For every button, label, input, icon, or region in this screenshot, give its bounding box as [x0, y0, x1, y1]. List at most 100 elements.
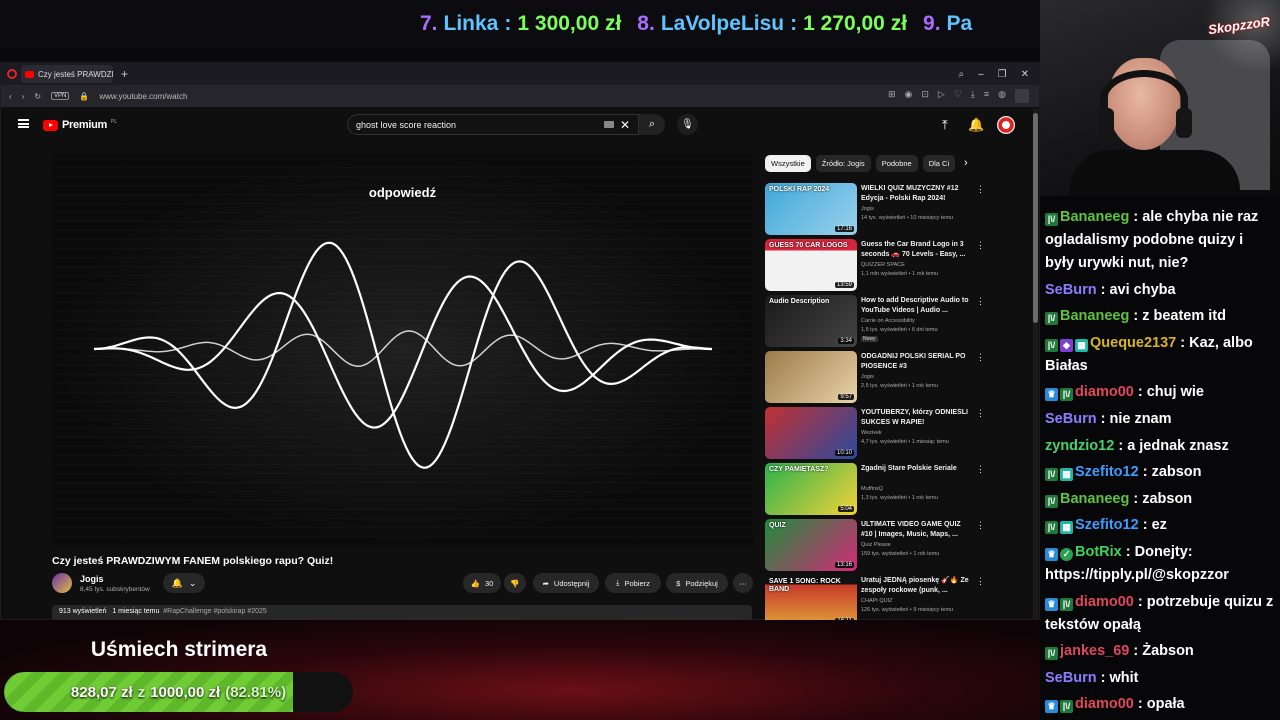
- search-button[interactable]: ⌕: [639, 114, 665, 135]
- back-icon[interactable]: ‹: [9, 92, 12, 101]
- chat-username[interactable]: Bananeeg: [1060, 209, 1129, 225]
- video-thumbnail[interactable]: CZY PAMIĘTASZ? 5:04: [765, 463, 857, 515]
- video-player[interactable]: odpowiedź: [52, 153, 753, 546]
- hashtags[interactable]: #RapChallenge #polskirap #2025: [163, 608, 267, 615]
- tab-youtube[interactable]: Czy jesteś PRAWDZIWY ✕: [21, 65, 113, 83]
- video-thumbnail[interactable]: 10:10: [765, 407, 857, 459]
- chat-username[interactable]: zyndzio12: [1045, 438, 1114, 454]
- recommended-video[interactable]: QUIZ 13:16 ULTIMATE VIDEO GAME QUIZ #10 | …: [765, 519, 985, 571]
- menu-icon[interactable]: ≡: [984, 89, 989, 103]
- chat-username[interactable]: BotRix: [1075, 544, 1122, 560]
- channel-name[interactable]: Quiz Please: [861, 542, 891, 548]
- thanks-button[interactable]: $ Podziękuj: [666, 573, 728, 593]
- video-title[interactable]: Guess the Car Brand Logo in 3 seconds 🚗 …: [861, 240, 973, 260]
- chat-username[interactable]: Szefito12: [1075, 517, 1139, 533]
- chat-username[interactable]: Szefito12: [1075, 464, 1139, 480]
- video-thumbnail[interactable]: 9:57: [765, 351, 857, 403]
- description-box[interactable]: 913 wyświetleń 1 miesiąc temu #RapChalle…: [52, 605, 752, 621]
- recommended-video[interactable]: 10:10 YOUTUBERZY, którzy ODNIEŚLI SUKCES …: [765, 407, 985, 459]
- channel-avatar[interactable]: [52, 573, 72, 593]
- chat-username[interactable]: SeBurn: [1045, 282, 1097, 298]
- profile-icon[interactable]: ◍: [998, 89, 1006, 103]
- video-title[interactable]: YOUTUBERZY, którzy ODNIEŚLI SUKCES W RAP…: [861, 408, 973, 428]
- channel-name[interactable]: Jogis: [80, 574, 104, 584]
- more-options-icon[interactable]: ⋮: [976, 408, 985, 419]
- voice-search-button[interactable]: 🎙: [677, 114, 698, 135]
- filter-chip[interactable]: Dla Ci: [922, 155, 956, 172]
- channel-name[interactable]: Jogis: [861, 206, 874, 212]
- more-actions-button[interactable]: ⋯: [733, 573, 753, 593]
- search-input[interactable]: ghost love score reaction ✕: [347, 114, 639, 135]
- channel-name[interactable]: CHAPI QUIZ: [861, 598, 892, 604]
- recommended-video[interactable]: GUESS 70 CAR LOGOS 13:59 Guess the Car Bra…: [765, 239, 985, 291]
- heart-icon[interactable]: ♡: [954, 89, 962, 103]
- more-options-icon[interactable]: ⋮: [976, 576, 985, 587]
- share-button[interactable]: ➦ Udostępnij: [533, 573, 599, 593]
- more-options-icon[interactable]: ⋮: [976, 520, 985, 531]
- chat-username[interactable]: diamo00: [1075, 696, 1134, 712]
- new-tab-icon[interactable]: +: [121, 67, 128, 81]
- recommended-video[interactable]: POLSKI RAP 2024 17:16 WIELKI QUIZ MUZYCZNY…: [765, 183, 985, 235]
- more-options-icon[interactable]: ⋮: [976, 240, 985, 251]
- chevron-right-icon[interactable]: ›: [964, 157, 968, 169]
- chat-username[interactable]: SeBurn: [1045, 411, 1097, 427]
- download-icon[interactable]: ⤓: [971, 89, 975, 103]
- video-title[interactable]: Zgadnij Stare Polskie Seriale: [861, 464, 973, 474]
- vpn-badge[interactable]: VPN: [51, 92, 70, 100]
- notifications-bell-icon[interactable]: 🔔: [968, 117, 984, 133]
- player-icon[interactable]: ▷: [938, 89, 945, 103]
- chat-username[interactable]: jankes_69: [1060, 643, 1129, 659]
- extension-icon[interactable]: [1015, 89, 1029, 103]
- account-avatar[interactable]: [997, 116, 1015, 134]
- camera-icon[interactable]: ◉: [904, 89, 912, 103]
- chat-username[interactable]: Bananeeg: [1060, 491, 1129, 507]
- channel-name[interactable]: Jogis: [861, 374, 874, 380]
- dislike-button[interactable]: 👎: [504, 573, 526, 593]
- video-title[interactable]: ULTIMATE VIDEO GAME QUIZ #10 | Images, M…: [861, 520, 973, 540]
- video-title[interactable]: How to add Descriptive Audio to YouTube …: [861, 296, 973, 316]
- more-options-icon[interactable]: ⋮: [976, 296, 985, 307]
- video-thumbnail[interactable]: QUIZ 13:16: [765, 519, 857, 571]
- channel-name[interactable]: QUIZZER SPACE: [861, 262, 905, 268]
- video-title[interactable]: Uratuj JEDNĄ piosenkę 🎸🔥 Ze zespoły rock…: [861, 576, 973, 596]
- video-thumbnail[interactable]: GUESS 70 CAR LOGOS 13:59: [765, 239, 857, 291]
- like-button[interactable]: 👍 30: [463, 573, 501, 593]
- chat-username[interactable]: Bananeeg: [1060, 308, 1129, 324]
- download-button[interactable]: ⤓ Pobierz: [605, 573, 661, 593]
- clear-search-icon[interactable]: ✕: [620, 118, 630, 132]
- upload-icon[interactable]: ⤒: [942, 117, 948, 133]
- video-thumbnail[interactable]: POLSKI RAP 2024 17:16: [765, 183, 857, 235]
- channel-name[interactable]: MuffinsQ: [861, 486, 883, 492]
- subscribed-bell-button[interactable]: 🔔 ⌄: [163, 573, 205, 593]
- reload-icon[interactable]: ↻: [34, 92, 41, 101]
- recommended-video[interactable]: 9:57 ODGADNIJ POLSKI SERIAL PO PIOSENCE #…: [765, 351, 985, 403]
- minimize-icon[interactable]: –: [978, 69, 984, 80]
- scrollbar-thumb[interactable]: [1033, 113, 1038, 323]
- filter-chip[interactable]: Podobne: [875, 155, 918, 172]
- more-options-icon[interactable]: ⋮: [976, 352, 985, 363]
- filter-chip[interactable]: Źródło: Jogis: [815, 155, 871, 172]
- chat-username[interactable]: diamo00: [1075, 384, 1134, 400]
- video-title[interactable]: WIELKI QUIZ MUZYCZNY #12 Edycja - Polski…: [861, 184, 973, 204]
- page-scrollbar[interactable]: [1033, 109, 1038, 619]
- recommended-video[interactable]: CZY PAMIĘTASZ? 5:04 Zgadnij Stare Polskie …: [765, 463, 985, 515]
- url-field[interactable]: www.youtube.com/watch: [99, 92, 187, 101]
- more-options-icon[interactable]: ⋮: [976, 184, 985, 195]
- channel-name[interactable]: Carrie on Accessibility: [861, 318, 915, 324]
- keyboard-icon[interactable]: [603, 121, 614, 128]
- search-tabs-icon[interactable]: ⌕: [958, 69, 964, 80]
- forward-icon[interactable]: ›: [22, 92, 25, 101]
- youtube-logo[interactable]: Premium PL: [43, 119, 117, 131]
- chat-username[interactable]: diamo00: [1075, 594, 1134, 610]
- hamburger-menu-icon[interactable]: [18, 119, 29, 128]
- screenshot-icon[interactable]: ⊞: [888, 89, 896, 103]
- recommended-video[interactable]: Audio Description 3:34 How to add Descript…: [765, 295, 985, 347]
- more-options-icon[interactable]: ⋮: [976, 464, 985, 475]
- chat-username[interactable]: Queque2137: [1090, 335, 1176, 351]
- close-window-icon[interactable]: ✕: [1021, 69, 1029, 80]
- channel-name[interactable]: Wezivek: [861, 430, 882, 436]
- video-title[interactable]: ODGADNIJ POLSKI SERIAL PO PIOSENCE #3: [861, 352, 973, 372]
- opera-logo-icon[interactable]: [7, 69, 17, 79]
- filter-chip[interactable]: Wszystkie: [765, 155, 811, 172]
- video-thumbnail[interactable]: Audio Description 3:34: [765, 295, 857, 347]
